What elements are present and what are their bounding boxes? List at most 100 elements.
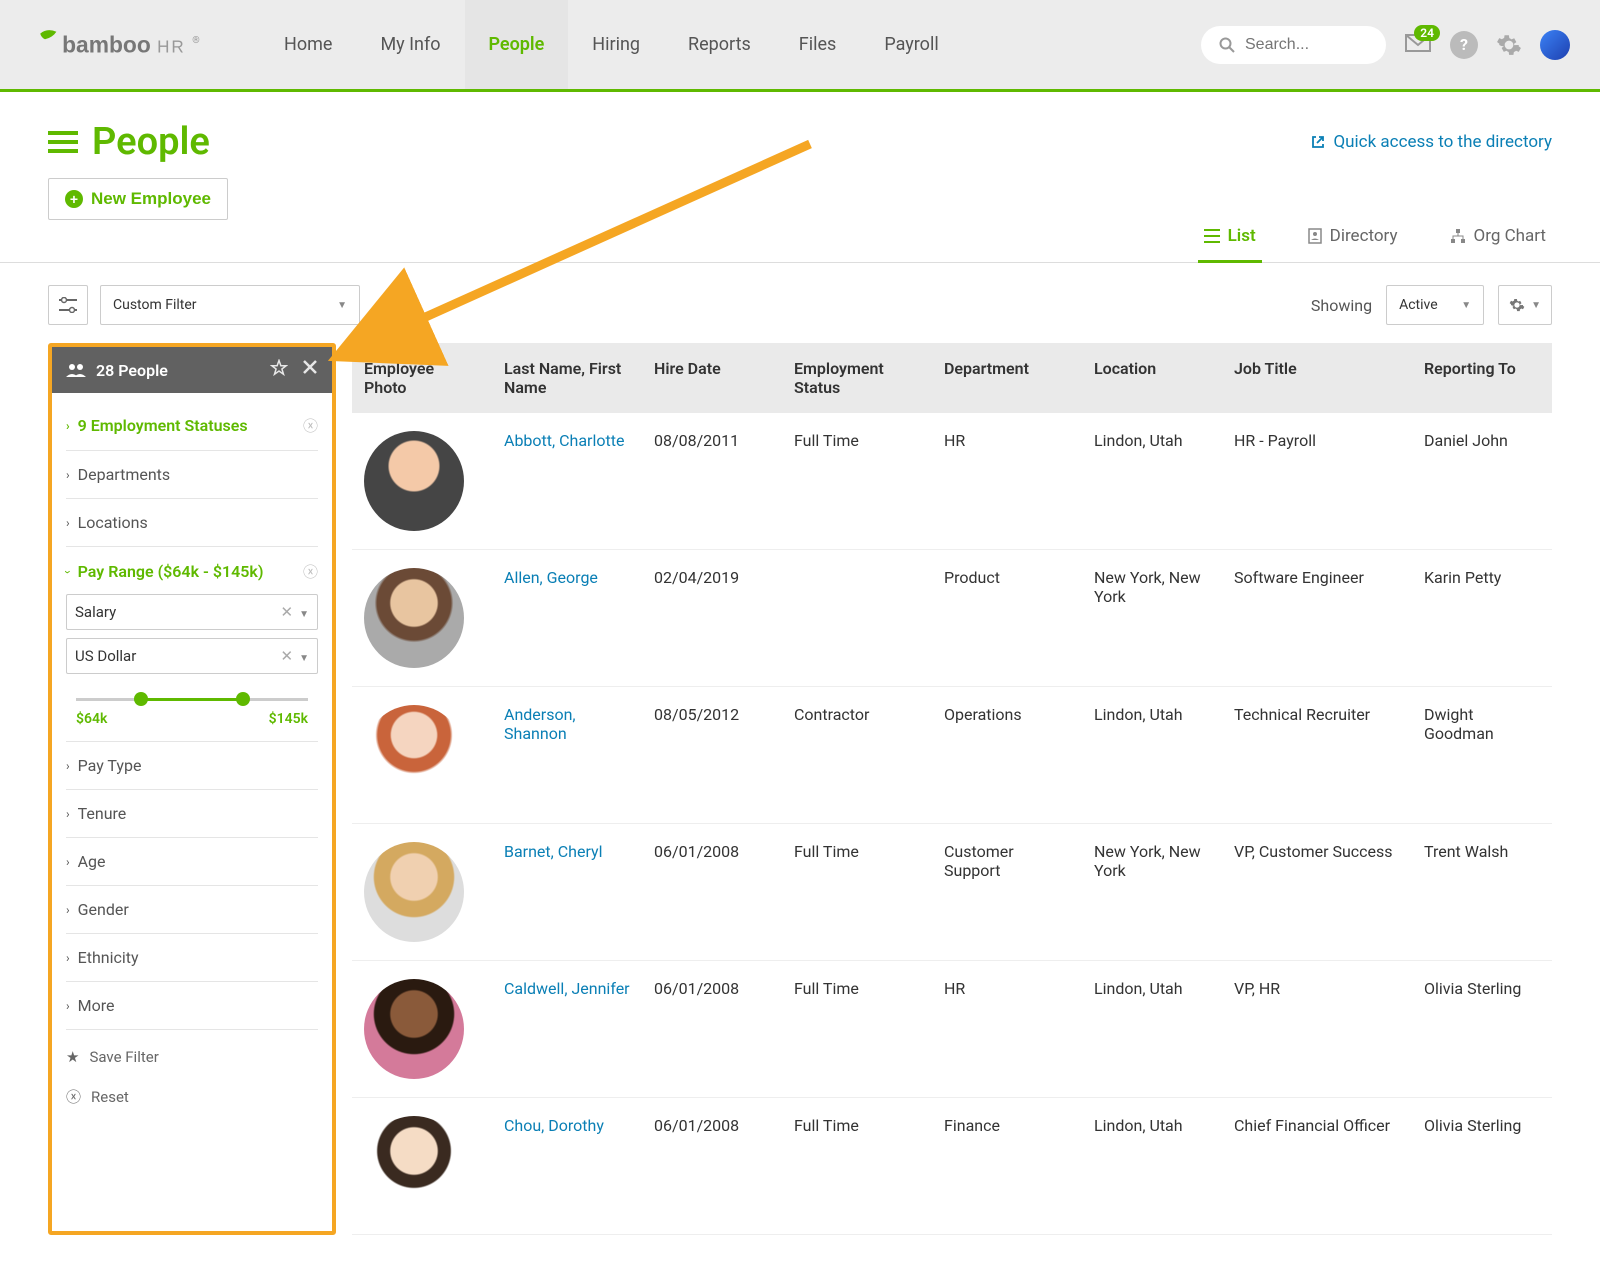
employee-name-link[interactable]: Barnet, Cheryl <box>504 842 603 861</box>
chevron-right-icon: › <box>66 855 70 869</box>
clear-icon[interactable]: ✕ <box>281 647 294 665</box>
nav-files[interactable]: Files <box>775 0 861 89</box>
chevron-down-icon: ▼ <box>337 300 347 311</box>
employee-name-link[interactable]: Abbott, Charlotte <box>504 431 624 450</box>
gear-icon <box>1509 297 1525 313</box>
employee-name-link[interactable]: Anderson, Shannon <box>504 705 576 743</box>
inbox-button[interactable]: 24 <box>1404 31 1432 59</box>
col-status[interactable]: Employment Status <box>782 343 932 413</box>
employee-photo[interactable] <box>364 431 464 531</box>
search-input[interactable] <box>1245 36 1368 54</box>
slider-min-thumb[interactable] <box>134 692 148 706</box>
cell-job-title: HR - Payroll <box>1222 413 1412 550</box>
filter-section-label: Ethnicity <box>78 948 139 967</box>
filter-section-more[interactable]: ›More <box>66 982 318 1030</box>
col-photo[interactable]: Employee Photo <box>352 343 492 413</box>
cell-job-title: VP, HR <box>1222 961 1412 1098</box>
col-department[interactable]: Department <box>932 343 1082 413</box>
chevron-right-icon: › <box>66 516 70 530</box>
reset-filter-button[interactable]: ⓧReset <box>66 1076 318 1117</box>
slider-max-thumb[interactable] <box>236 692 250 706</box>
filter-section-locations[interactable]: › Locations <box>66 499 318 547</box>
status-filter-dropdown[interactable]: Active ▼ <box>1386 285 1484 325</box>
user-avatar[interactable] <box>1540 30 1570 60</box>
nav-people[interactable]: People <box>465 0 569 89</box>
pay-range-slider[interactable]: $64k $145k <box>66 682 318 727</box>
cell-location: Lindon, Utah <box>1082 1098 1222 1235</box>
hamburger-icon[interactable] <box>48 129 78 155</box>
new-employee-button[interactable]: + New Employee <box>48 178 228 220</box>
help-button[interactable]: ? <box>1450 31 1478 59</box>
nav-payroll[interactable]: Payroll <box>860 0 962 89</box>
nav-myinfo[interactable]: My Info <box>356 0 464 89</box>
cell-department: Product <box>932 550 1082 687</box>
table-settings-button[interactable]: ▼ <box>1498 285 1552 325</box>
col-location[interactable]: Location <box>1082 343 1222 413</box>
inbox-badge: 24 <box>1414 25 1440 41</box>
col-reporting-to[interactable]: Reporting To <box>1412 343 1552 413</box>
save-filter-button[interactable]: ★Save Filter <box>66 1038 318 1076</box>
tab-list[interactable]: List <box>1198 212 1262 263</box>
filter-section-tenure[interactable]: ›Tenure <box>66 790 318 838</box>
people-icon <box>66 363 86 377</box>
cell-job-title: Technical Recruiter <box>1222 687 1412 824</box>
filter-section-gender[interactable]: ›Gender <box>66 886 318 934</box>
filter-section-label: 9 Employment Statuses <box>78 416 248 435</box>
employee-photo[interactable] <box>364 568 464 668</box>
settings-button[interactable] <box>1496 32 1522 58</box>
new-employee-label: New Employee <box>91 189 211 209</box>
employee-name-link[interactable]: Caldwell, Jennifer <box>504 979 630 998</box>
pay-type-select[interactable]: Salary ✕▼ <box>66 594 318 630</box>
cell-department: HR <box>932 961 1082 1098</box>
filter-section-employment-status[interactable]: ›9 Employment Statuses ⓧ <box>66 401 318 451</box>
tab-orgchart[interactable]: Org Chart <box>1444 212 1552 263</box>
nav-reports[interactable]: Reports <box>664 0 775 89</box>
cell-department: Customer Support <box>932 824 1082 961</box>
employee-photo[interactable] <box>364 842 464 942</box>
close-filter-button[interactable] <box>302 359 318 381</box>
employee-photo[interactable] <box>364 705 464 805</box>
cell-hire-date: 06/01/2008 <box>642 961 782 1098</box>
chevron-down-icon: ▼ <box>1531 300 1541 311</box>
nav-home[interactable]: Home <box>260 0 356 89</box>
filter-section-ethnicity[interactable]: ›Ethnicity <box>66 934 318 982</box>
filter-panel-header: 28 People <box>52 347 332 393</box>
favorite-filter-button[interactable] <box>270 359 288 381</box>
employee-photo[interactable] <box>364 979 464 1079</box>
directory-icon <box>1308 228 1322 244</box>
filter-section-pay-range-header[interactable]: ›Pay Range ($64k - $145k) ⓧ <box>66 561 318 582</box>
col-hire-date[interactable]: Hire Date <box>642 343 782 413</box>
col-job-title[interactable]: Job Title <box>1222 343 1412 413</box>
tab-directory[interactable]: Directory <box>1302 212 1404 263</box>
table-row: Barnet, Cheryl 06/01/2008 Full Time Cust… <box>352 824 1552 961</box>
filter-section-pay-type[interactable]: ›Pay Type <box>66 742 318 790</box>
employee-name-link[interactable]: Allen, George <box>504 568 598 587</box>
col-name[interactable]: Last Name, First Name <box>492 343 642 413</box>
orgchart-icon <box>1450 228 1466 244</box>
status-filter-label: Active <box>1399 297 1438 313</box>
employee-table: Employee Photo Last Name, First Name Hir… <box>352 343 1552 1235</box>
brand-logo[interactable]: bamboo HR ® <box>30 26 260 64</box>
currency-select[interactable]: US Dollar ✕▼ <box>66 638 318 674</box>
filter-toggle-button[interactable] <box>48 285 88 325</box>
employee-name-link[interactable]: Chou, Dorothy <box>504 1116 604 1135</box>
remove-filter-icon[interactable]: ⓧ <box>303 561 318 582</box>
reset-filter-label: Reset <box>91 1088 129 1106</box>
remove-filter-icon[interactable]: ⓧ <box>303 415 318 436</box>
filter-count-label: 28 People <box>96 361 168 380</box>
filter-dropdown[interactable]: Custom Filter ▼ <box>100 285 360 325</box>
currency-value: US Dollar <box>75 647 136 665</box>
employee-photo[interactable] <box>364 1116 464 1216</box>
page-title: People <box>92 120 210 164</box>
filter-section-label: Locations <box>78 513 148 532</box>
global-search[interactable] <box>1201 26 1386 64</box>
clear-icon[interactable]: ✕ <box>281 603 294 621</box>
cell-status: Full Time <box>782 413 932 550</box>
page-header: People Quick access to the directory + N… <box>0 92 1600 220</box>
nav-hiring[interactable]: Hiring <box>568 0 664 89</box>
quick-access-link[interactable]: Quick access to the directory <box>1311 132 1552 152</box>
filter-section-departments[interactable]: ›Departments <box>66 451 318 499</box>
filter-section-age[interactable]: ›Age <box>66 838 318 886</box>
question-icon: ? <box>1460 35 1468 54</box>
list-icon <box>1204 229 1220 243</box>
